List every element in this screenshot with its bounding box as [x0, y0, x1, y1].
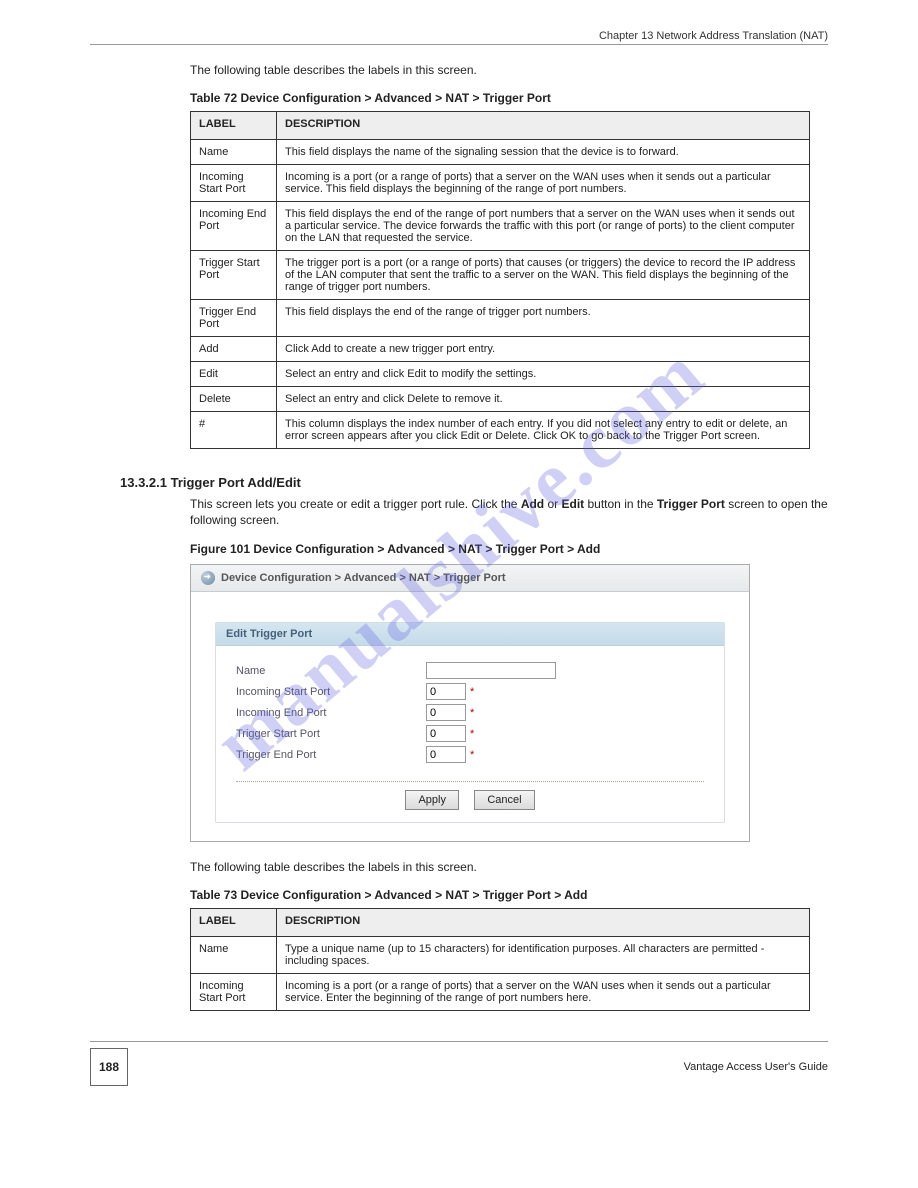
label-trg-start: Trigger Start Port [236, 728, 426, 740]
cell: Select an entry and click Edit to modify… [277, 362, 810, 387]
panel: Edit Trigger Port Name Incoming Start Po… [215, 622, 725, 823]
cell: Type a unique name (up to 15 characters)… [277, 937, 810, 974]
text-bold: Edit [561, 497, 584, 511]
incoming-end-port-input[interactable] [426, 704, 466, 721]
cell: Incoming is a port (or a range of ports)… [277, 974, 810, 1011]
form-row-trg-end: Trigger End Port * [236, 746, 704, 763]
table-row: NameType a unique name (up to 15 charact… [191, 937, 810, 974]
cell: This field displays the end of the range… [277, 300, 810, 337]
breadcrumb-text: Device Configuration > Advanced > NAT > … [221, 572, 506, 584]
section-heading: 13.3.2.1 Trigger Port Add/Edit [120, 475, 828, 490]
text: or [544, 497, 561, 511]
incoming-start-port-input[interactable] [426, 683, 466, 700]
label-in-start: Incoming Start Port [236, 686, 426, 698]
panel-title: Edit Trigger Port [216, 623, 724, 646]
cell: Delete [191, 387, 277, 412]
table-row: EditSelect an entry and click Edit to mo… [191, 362, 810, 387]
cell: Trigger End Port [191, 300, 277, 337]
table1-caption: Table 72 Device Configuration > Advanced… [190, 91, 828, 105]
cell: Name [191, 140, 277, 165]
col-desc: DESCRIPTION [277, 909, 810, 937]
col-desc: DESCRIPTION [277, 112, 810, 140]
table-row: DeleteSelect an entry and click Delete t… [191, 387, 810, 412]
text-bold: Trigger Port [657, 497, 725, 511]
name-input[interactable] [426, 662, 556, 679]
cell: This field displays the end of the range… [277, 202, 810, 251]
required-asterisk: * [470, 728, 474, 740]
table2-caption: Table 73 Device Configuration > Advanced… [190, 888, 828, 902]
text: This screen lets you create or edit a tr… [190, 497, 521, 511]
trigger-end-port-input[interactable] [426, 746, 466, 763]
divider [236, 781, 704, 782]
cell: Trigger Start Port [191, 251, 277, 300]
breadcrumb: Device Configuration > Advanced > NAT > … [191, 565, 749, 592]
intro-text: The following table describes the labels… [190, 63, 828, 77]
footer-guide: Vantage Access User's Guide [684, 1061, 828, 1073]
cell: Select an entry and click Delete to remo… [277, 387, 810, 412]
trigger-start-port-input[interactable] [426, 725, 466, 742]
cell: This column displays the index number of… [277, 412, 810, 449]
table-row: Incoming Start PortIncoming is a port (o… [191, 974, 810, 1011]
cell: Click Add to create a new trigger port e… [277, 337, 810, 362]
table-row: Trigger Start PortThe trigger port is a … [191, 251, 810, 300]
cell: Add [191, 337, 277, 362]
table-row: Trigger End PortThis field displays the … [191, 300, 810, 337]
col-label: LABEL [191, 909, 277, 937]
apply-button[interactable]: Apply [405, 790, 459, 810]
label-trg-end: Trigger End Port [236, 749, 426, 761]
table-row: #This column displays the index number o… [191, 412, 810, 449]
form-row-trg-start: Trigger Start Port * [236, 725, 704, 742]
label-name: Name [236, 665, 426, 677]
table-row: Incoming Start PortIncoming is a port (o… [191, 165, 810, 202]
table-row: AddClick Add to create a new trigger por… [191, 337, 810, 362]
figure-caption: Figure 101 Device Configuration > Advanc… [190, 542, 828, 556]
table-row: NameThis field displays the name of the … [191, 140, 810, 165]
required-asterisk: * [470, 686, 474, 698]
cell: This field displays the name of the sign… [277, 140, 810, 165]
required-asterisk: * [470, 749, 474, 761]
screenshot: Device Configuration > Advanced > NAT > … [190, 564, 750, 842]
required-asterisk: * [470, 707, 474, 719]
cell: Incoming is a port (or a range of ports)… [277, 165, 810, 202]
form-row-name: Name [236, 662, 704, 679]
table1: LABEL DESCRIPTION NameThis field display… [190, 111, 810, 449]
page-number: 188 [90, 1048, 128, 1086]
text: button in the [584, 497, 657, 511]
cancel-button[interactable]: Cancel [474, 790, 534, 810]
col-label: LABEL [191, 112, 277, 140]
arrow-circle-icon [201, 571, 215, 585]
text-bold: Add [521, 497, 544, 511]
cell: The trigger port is a port (or a range o… [277, 251, 810, 300]
cell: Incoming Start Port [191, 165, 277, 202]
form-row-in-end: Incoming End Port * [236, 704, 704, 721]
cell: # [191, 412, 277, 449]
intro-text-2: The following table describes the labels… [190, 860, 828, 874]
cell: Edit [191, 362, 277, 387]
form-row-in-start: Incoming Start Port * [236, 683, 704, 700]
page-header: Chapter 13 Network Address Translation (… [90, 30, 828, 42]
table2: LABEL DESCRIPTION NameType a unique name… [190, 908, 810, 1011]
section-body: This screen lets you create or edit a tr… [190, 496, 828, 528]
cell: Incoming Start Port [191, 974, 277, 1011]
label-in-end: Incoming End Port [236, 707, 426, 719]
cell: Incoming End Port [191, 202, 277, 251]
cell: Name [191, 937, 277, 974]
table-row: Incoming End PortThis field displays the… [191, 202, 810, 251]
